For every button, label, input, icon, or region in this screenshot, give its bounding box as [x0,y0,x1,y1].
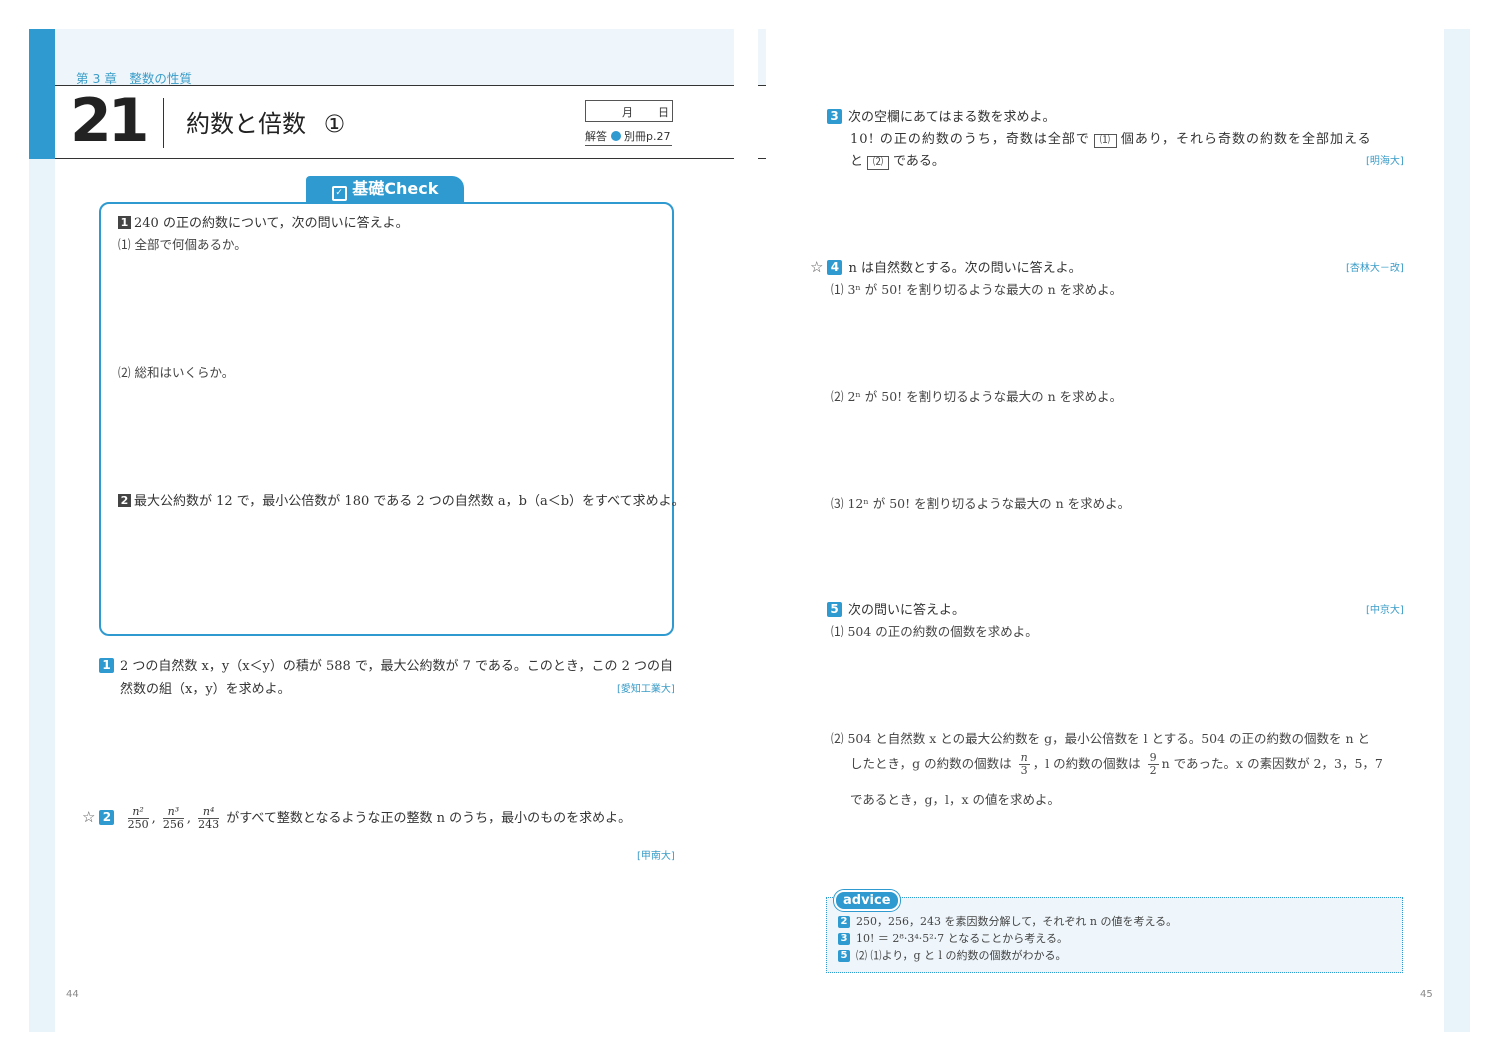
problem-4-sub1: ⑴ 3ⁿ が 50! を割り切るような最大の n を求めよ。 [831,282,1123,297]
advice-list: 2 250，256，243 を素因数分解して，それぞれ n の値を考える。 3 10… [838,913,1177,964]
problem-3-number: 3 [827,109,842,124]
kiso-check-box [99,202,674,636]
answer-box-1: ⑴ [1093,134,1117,148]
problem-2-number: 2 [99,810,115,825]
problem-4-sub2: ⑵ 2ⁿ が 50! を割り切るような最大の n を求めよ。 [831,389,1123,404]
lesson-title-circle: ① [323,110,346,138]
problem-5: 5 次の問いに答えよ。 [827,599,965,618]
kiso-check-tab: ✓ 基礎Check [306,176,464,202]
right-rule-bottom [758,158,766,159]
problem-1-number: 1 [99,658,114,673]
problem-2-text: がすべて整数となるような正の整数 n のうち，最小のものを求めよ。 [226,811,632,826]
problem-3-line3: と ⑵ である。 [850,154,945,170]
fraction-1: n² 250 [127,805,149,831]
problem-4-number: 4 [827,260,843,275]
answer-page: 別冊p.27 [624,130,671,143]
title-divider [163,98,164,148]
problem-3-line2: 10! の正の約数のうち，奇数は全部で ⑴ 個あり，それら奇数の約数を全部加える [850,132,1372,148]
check1-text: 240 の正の約数について，次の問いに答えよ。 [134,216,409,231]
problem-4-text: n は自然数とする。次の問いに答えよ。 [848,261,1082,276]
problem-5-sub2-line1: ⑵ 504 と自然数 x との最大公約数を g，最小公倍数を l とする。504… [831,731,1371,746]
date-box[interactable]: 月 日 [585,100,673,122]
check1: 1 240 の正の約数について，次の問いに答えよ。 [118,212,409,231]
problem-5-source: [中京大] [1366,605,1404,616]
page-number-left: 44 [66,989,79,1000]
right-edge-band [1444,29,1470,1032]
answer-label: 解答 [585,130,607,143]
problem-3: 3 次の空欄にあてはまる数を求めよ。 [827,106,1055,125]
problem-3-source: [明海大] [1366,156,1404,167]
problem-4-source: [杏林大－改] [1346,263,1404,274]
problem-5-number: 5 [827,602,842,617]
problem-1-line1: 2 つの自然数 x，y（x＜y）の積が 588 で，最大公約数が 7 である。こ… [120,659,673,674]
left-edge-band-dark [29,29,55,159]
star-icon: ☆ [810,258,824,276]
problem-1-line2: 然数の組（x，y）を求めよ。 [120,682,291,697]
header-rule-top [55,85,734,86]
lesson-number: 21 [70,86,149,156]
advice-item: 3 10! ＝ 2⁸·3⁴·5²·7 となることから考える。 [838,930,1177,947]
check1-number: 1 [118,216,131,229]
lesson-title-text: 約数と倍数 [186,110,306,138]
fraction-9-2: 92 [1147,751,1159,777]
problem-5-sub1: ⑴ 504 の正の約数の個数を求めよ。 [831,624,1038,639]
checkbox-icon: ✓ [331,186,347,201]
advice-label: advice [834,890,900,911]
right-rule-top [758,85,766,86]
page-number-right: 45 [1420,989,1433,1000]
problem-2-source: [甲南大] [637,851,675,862]
problem-2: ☆ 2 n² 250, n³ 256, n⁴ 243 がすべて整数となるような正の整数 … [82,805,632,831]
header-rule-bottom [55,158,734,159]
problem-5-sub2-line2: したとき，g の約数の個数は n 3 ，l の約数の個数は 92n であった。x の… [850,751,1383,777]
answer-dot-icon [610,131,621,141]
advice-item: 2 250，256，243 を素因数分解して，それぞれ n の値を考える。 [838,913,1177,930]
fraction-2: n³ 256 [162,805,184,831]
lesson-title: 約数と倍数 ① [186,104,345,139]
problem-5-text: 次の問いに答えよ。 [848,603,966,618]
date-month: 月 [622,106,633,119]
answer-ref: 解答 別冊p.27 [585,128,672,146]
problem-5-sub2-line3: であるとき，g，l，x の値を求めよ。 [850,792,1061,807]
answer-box-2: ⑵ [867,156,890,170]
star-icon: ☆ [82,808,96,826]
check2-text: 最大公約数が 12 で，最小公倍数が 180 である 2 つの自然数 a，b（a… [134,494,685,509]
fraction-3: n⁴ 243 [198,805,220,831]
problem-1-source: [愛知工業大] [617,684,675,695]
check2: 2 最大公約数が 12 で，最小公倍数が 180 である 2 つの自然数 a，b（… [118,490,685,509]
problem-1: 1 2 つの自然数 x，y（x＜y）の積が 588 で，最大公約数が 7 である。… [99,655,673,674]
check2-number: 2 [118,494,131,507]
kiso-check-label: 基礎Check [352,179,439,198]
fraction-n-3: n3 [1018,751,1030,777]
problem-4: ☆ 4 n は自然数とする。次の問いに答えよ。 [810,257,1082,276]
date-day: 日 [658,106,669,119]
advice-item: 5⑵ ⑴より，g と l の約数の個数がわかる。 [838,947,1177,964]
problem-4-sub3: ⑶ 12ⁿ が 50! を割り切るような最大の n を求めよ。 [831,496,1131,511]
check1-sub1: ⑴ 全部で何個あるか。 [118,237,247,252]
left-edge-band [29,29,55,1032]
right-header-band [758,29,766,86]
check1-sub2: ⑵ 総和はいくらか。 [118,365,235,380]
problem-3-line1: 次の空欄にあてはまる数を求めよ。 [848,110,1056,125]
